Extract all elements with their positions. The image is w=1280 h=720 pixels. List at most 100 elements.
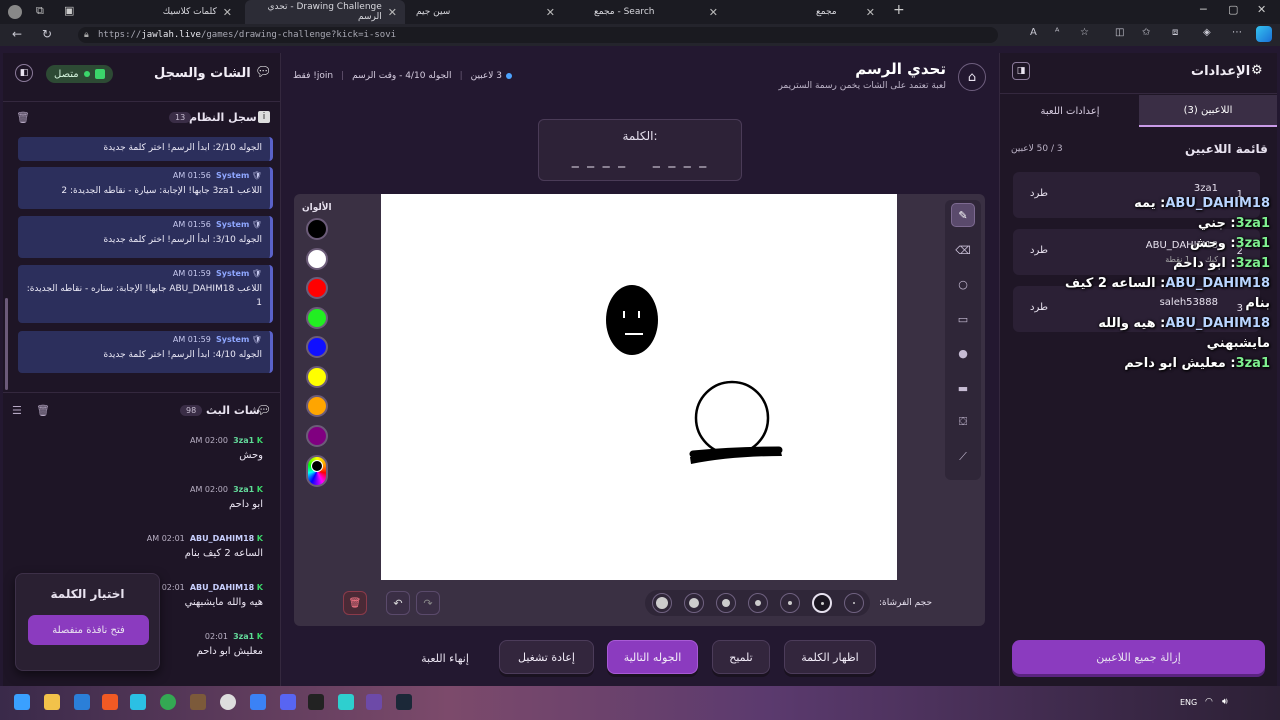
pencil-tool-icon[interactable]: ✎ [951,203,975,227]
brave-icon[interactable] [102,694,118,710]
refresh-icon[interactable]: ↻ [42,27,52,41]
wifi-icon[interactable]: ◠ [1205,697,1213,707]
color-swatch[interactable] [306,424,328,447]
scrollbar-thumb[interactable] [5,298,8,390]
color-swatch[interactable] [306,395,328,417]
profile-avatar[interactable] [8,5,22,19]
steam-icon[interactable] [396,694,412,710]
edge-icon[interactable] [130,694,146,710]
chrome-icon[interactable] [160,694,176,710]
brush-size-option[interactable] [780,593,800,613]
open-separate-window-button[interactable]: فتح نافذة منفصلة [28,615,149,645]
file-explorer-icon[interactable] [44,694,60,710]
extension-icon[interactable]: ◈ [1203,27,1211,38]
app-icon[interactable] [366,694,382,710]
minecraft-icon[interactable] [190,694,206,710]
tab-seen-jeem[interactable]: ✕ سين جيم [408,0,563,24]
home-icon[interactable]: ⌂ [958,63,986,91]
custom-color-picker[interactable] [306,455,328,487]
undo-button[interactable]: ↶ [386,591,410,615]
volume-icon[interactable]: 🔊︎ [1222,697,1228,707]
close-icon[interactable]: ✕ [709,6,718,19]
player-name: 3za1 [1193,183,1218,194]
eraser-tool-icon[interactable]: ⌫ [951,238,975,262]
color-swatch[interactable] [306,218,328,240]
tab-drawing-challenge[interactable]: ✕ Drawing Challenge - تحدي الرسم [245,0,405,24]
chat-message: AM 02:01 ABU_DAHIM18 K الساعه 2 كيف بنام [30,534,263,559]
split-screen-icon[interactable]: ◫ [1115,27,1124,38]
language-indicator[interactable]: ENG [1180,698,1197,707]
tab-search[interactable]: ✕ Search - مجمع [566,0,726,24]
back-arrow-icon[interactable]: ← [12,27,22,41]
brush-size-option[interactable] [748,593,768,613]
end-game-button[interactable]: إنهاء اللعبة [405,641,485,675]
favorite-star-icon[interactable]: ☆ [1080,27,1089,38]
tab-game-settings[interactable]: إعدادات اللعبة [1001,95,1139,127]
obs-icon[interactable] [220,694,236,710]
epic-games-icon[interactable] [308,694,324,710]
brush-size-option-selected[interactable] [812,593,832,613]
store-icon[interactable] [74,694,90,710]
list-view-icon[interactable]: ☰ [12,404,22,417]
read-aloud-icon[interactable]: A [1030,27,1037,38]
translate-icon[interactable]: ᴬ [1055,27,1059,38]
tab-actions-icon[interactable]: ▣ [64,4,74,17]
kick-logo-icon [94,69,105,79]
address-bar[interactable]: https://jawlah.live/games/drawing-challe… [78,27,998,43]
windows-start-icon[interactable] [14,694,30,710]
maximize-button[interactable]: ▢ [1228,3,1238,16]
workspaces-icon[interactable]: ⧉ [36,4,44,18]
lock-icon[interactable]: 🔒︎ [84,30,89,40]
filled-circle-tool-icon[interactable]: ● [951,341,975,365]
tab-majma[interactable]: ✕ مجمع [728,0,883,24]
rectangle-tool-icon[interactable]: ▭ [951,307,975,331]
color-swatch[interactable] [306,336,328,358]
line-tool-icon[interactable]: ⟋ [951,445,975,469]
app-icon[interactable] [338,694,354,710]
drawn-base-line [689,446,783,458]
reveal-word-button[interactable]: اظهار الكلمة [784,640,876,674]
close-icon[interactable]: ✕ [546,6,555,19]
collapse-panel-icon[interactable]: ◨ [1012,62,1030,80]
discord-icon[interactable] [280,694,296,710]
restart-button[interactable]: إعادة تشغيل [499,640,594,674]
clear-canvas-button[interactable]: 🗑︎ [343,591,367,615]
collections-icon[interactable]: ⧈ [1172,27,1178,38]
tab-classic-words[interactable]: ✕ كلمات كلاسيك [90,0,240,24]
brush-size-option[interactable] [716,593,736,613]
new-tab-button[interactable]: + [893,2,905,18]
circle-tool-icon[interactable]: ○ [951,272,975,296]
kick-player-button[interactable]: طرد [1030,245,1048,256]
fill-bucket-tool-icon[interactable]: ⛋ [951,410,975,434]
filled-rectangle-tool-icon[interactable]: ▬ [951,376,975,400]
collapse-panel-icon[interactable]: ◧ [15,64,33,82]
app-icon[interactable] [250,694,266,710]
tab-players[interactable]: اللاعبين (3) [1139,95,1277,127]
overlay-username: 3za1 [1235,356,1270,371]
remove-all-players-button[interactable]: إزالة جميع اللاعبين [1012,640,1265,674]
next-round-button[interactable]: الجوله التالية [607,640,698,674]
more-menu-icon[interactable]: ⋯ [1232,27,1242,38]
favorites-icon[interactable]: ✩ [1142,27,1150,38]
redo-button[interactable]: ↷ [416,591,440,615]
kick-player-button[interactable]: طرد [1030,188,1048,199]
brush-size-option[interactable] [684,593,704,613]
minimize-button[interactable]: ─ [1200,3,1207,16]
kick-player-button[interactable]: طرد [1030,302,1048,313]
hint-button[interactable]: تلميح [712,640,770,674]
drawing-canvas[interactable] [381,194,897,580]
color-swatch[interactable] [306,277,328,299]
trash-icon[interactable]: 🗑︎ [36,404,50,417]
close-icon[interactable]: ✕ [223,6,232,19]
chat-text: ابو داحم [229,499,263,510]
color-swatch[interactable] [306,365,328,388]
close-icon[interactable]: ✕ [866,6,875,19]
close-icon[interactable]: ✕ [388,6,397,19]
window-close-button[interactable]: ✕ [1257,3,1266,16]
copilot-icon[interactable] [1256,26,1272,42]
brush-size-option[interactable] [844,593,864,613]
color-swatch[interactable] [306,306,328,329]
color-swatch[interactable] [306,247,328,270]
brush-size-option[interactable] [652,593,672,613]
trash-icon[interactable]: 🗑︎ [16,111,30,124]
